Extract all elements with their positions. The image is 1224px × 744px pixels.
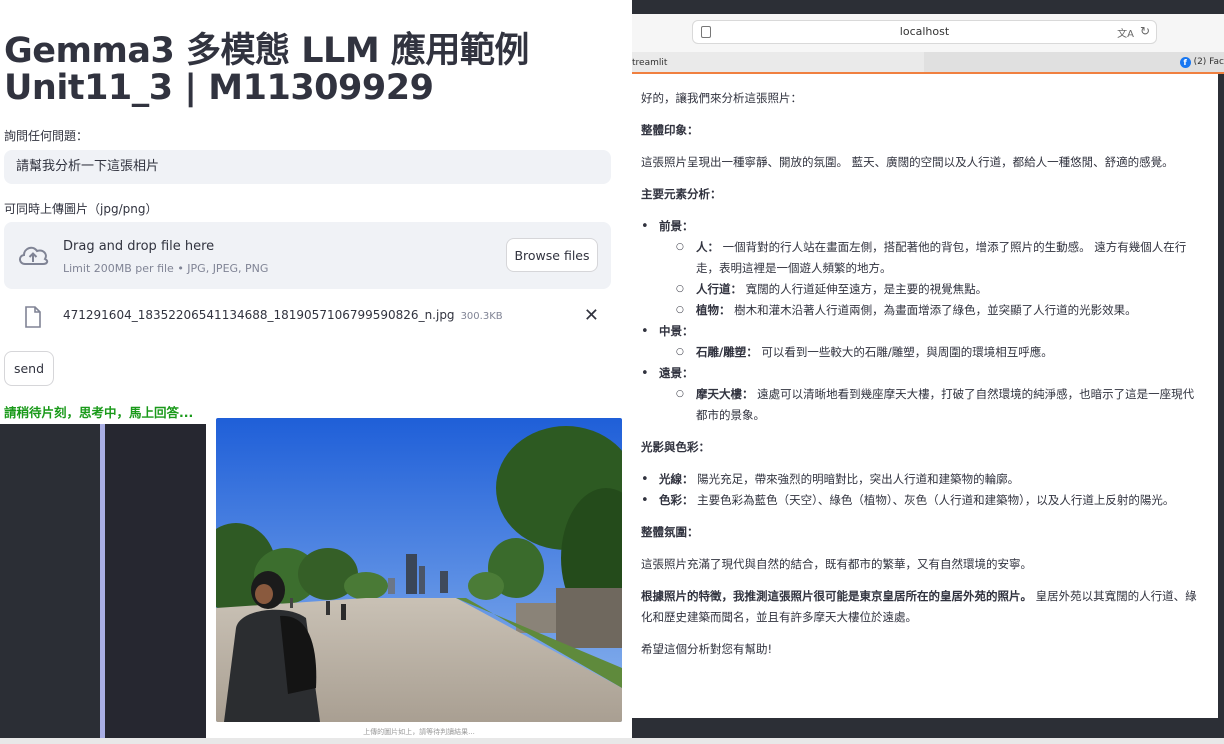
background-sublist: 摩天大樓： 遠處可以清晰地看到幾座摩天大樓，打破了自然環境的純淨感，也暗示了這是… [659, 384, 1201, 426]
uploaded-file-row: 471291604_18352206541134688_181905710679… [4, 300, 611, 334]
file-name-text: 471291604_18352206541134688_181905710679… [63, 308, 455, 322]
item-key: 光線： [659, 472, 694, 486]
tab-bar: treamlit f (2) Fac [632, 52, 1224, 74]
app-subtitle: Unit11_3 | M11309929 [4, 68, 434, 108]
list-item: 植物： 樹木和灌木沿著人行道兩側，為畫面增添了綠色，並突顯了人行道的光影效果。 [659, 300, 1201, 321]
list-item: 摩天大樓： 遠處可以清晰地看到幾座摩天大樓，打破了自然環境的純淨感，也暗示了這是… [659, 384, 1201, 426]
list-item-midground: 中景： 石雕/雕塑： 可以看到一些較大的石雕/雕塑，與周圍的環境相互呼應。 [641, 321, 1201, 363]
send-button[interactable]: send [4, 351, 54, 386]
item-value: 樹木和灌木沿著人行道兩側，為畫面增添了綠色，並突顯了人行道的光影效果。 [734, 303, 1137, 317]
file-icon [25, 306, 41, 328]
facebook-icon: f [1179, 57, 1191, 68]
item-value: 寬闊的人行道延伸至遠方，是主要的視覺焦點。 [745, 282, 988, 296]
cloud-upload-icon [19, 246, 49, 265]
light-list: 光線： 陽光充足，帶來強烈的明暗對比，突出人行道和建築物的輪廓。 色彩： 主要色… [641, 469, 1201, 511]
item-key: 石雕/雕塑： [696, 345, 758, 359]
file-size: 300.3KB [460, 311, 503, 322]
question-label: 詢問任何問題： [4, 129, 89, 143]
streamlit-app-pane: Gemma3 多模態 LLM 應用範例 Unit11_3 | M11309929… [0, 0, 632, 744]
list-item: 人行道： 寬闊的人行道延伸至遠方，是主要的視覺焦點。 [659, 279, 1201, 300]
list-item: 色彩： 主要色彩為藍色（天空）、綠色（植物）、灰色（人行道和建築物），以及人行道… [641, 490, 1201, 511]
dropzone-instructions: Drag and drop file here [63, 239, 215, 254]
uploaded-photo [216, 418, 622, 722]
section-heading-elements: 主要元素分析： [641, 187, 722, 201]
list-item: 光線： 陽光充足，帶來強烈的明暗對比，突出人行道和建築物的輪廓。 [641, 469, 1201, 490]
conclusion-bold: 根據照片的特徵，我推測這張照片很可能是東京皇居所在的皇居外苑的照片。 [641, 589, 1032, 603]
item-key: 摩天大樓： [696, 387, 754, 401]
status-message: 請稍待片刻，思考中，馬上回答... [4, 405, 194, 420]
file-dropzone[interactable]: Drag and drop file here Limit 200MB per … [4, 222, 611, 289]
browser-pane: localhost 文A ↻ treamlit f (2) Fac 好的，讓我們來… [632, 0, 1224, 744]
list-item-background: 遠景： 摩天大樓： 遠處可以清晰地看到幾座摩天大樓，打破了自然環境的純淨感，也暗… [641, 363, 1201, 426]
section-conclusion: 根據照片的特徵，我推測這張照片很可能是東京皇居所在的皇居外苑的照片。 皇居外苑以… [641, 586, 1201, 628]
item-value: 可以看到一些較大的石雕/雕塑，與周圍的環境相互呼應。 [761, 345, 1053, 359]
sidebar-accent-bar [100, 424, 105, 744]
dark-panel-stripe [0, 424, 100, 744]
dropzone-limit: Limit 200MB per file • JPG, JPEG, PNG [63, 262, 269, 275]
item-value: 一個背對的行人站在畫面左側，搭配著他的背包，增添了照片的生動感。 遠方有幾個人在… [696, 240, 1187, 275]
section-heading-light: 光影與色彩： [641, 440, 710, 454]
photo-illustration [216, 418, 622, 722]
midground-sublist: 石雕/雕塑： 可以看到一些較大的石雕/雕塑，與周圍的環境相互呼應。 [659, 342, 1201, 363]
app-title: Gemma3 多模態 LLM 應用範例 [4, 31, 529, 71]
response-intro: 好的，讓我們來分析這張照片： [641, 91, 802, 105]
image-caption: 上傳的圖片如上，請等待判讀結果... [363, 728, 475, 736]
tab-facebook-label: (2) Fac [1193, 57, 1224, 67]
foreground-label: 前景： [659, 219, 694, 233]
question-input[interactable]: 請幫我分析一下這張相片 [4, 150, 611, 184]
list-item-foreground: 前景： 人： 一個背對的行人站在畫面左側，搭配著他的背包，增添了照片的生動感。 … [641, 216, 1201, 321]
bottom-strip-right [632, 738, 1224, 744]
address-bar[interactable]: localhost 文A ↻ [692, 20, 1157, 44]
screenshot-root: Gemma3 多模態 LLM 應用範例 Unit11_3 | M11309929… [0, 0, 1224, 744]
foreground-sublist: 人： 一個背對的行人站在畫面左側，搭配著他的背包，增添了照片的生動感。 遠方有幾… [659, 237, 1201, 321]
item-key: 植物： [696, 303, 731, 317]
midground-label: 中景： [659, 324, 694, 338]
section-body-atmosphere: 這張照片充滿了現代與自然的結合，既有都市的繁華，又有自然環境的安寧。 [641, 557, 1032, 571]
item-key: 人： [696, 240, 719, 254]
upload-label: 可同時上傳圖片（jpg/png） [4, 202, 158, 216]
reload-icon[interactable]: ↻ [1140, 24, 1150, 38]
item-key: 人行道： [696, 282, 742, 296]
background-label: 遠景： [659, 366, 694, 380]
tab-facebook[interactable]: f (2) Fac [924, 52, 1224, 72]
window-right-edge [1218, 74, 1224, 744]
uploaded-file-name: 471291604_18352206541134688_181905710679… [63, 308, 503, 322]
item-value: 主要色彩為藍色（天空）、綠色（植物）、灰色（人行道和建築物），以及人行道上反射的… [697, 493, 1175, 507]
elements-list: 前景： 人： 一個背對的行人站在畫面左側，搭配著他的背包，增添了照片的生動感。 … [641, 216, 1201, 426]
window-top-strip [632, 0, 1224, 14]
section-body-overall: 這張照片呈現出一種寧靜、開放的氛圍。 藍天、廣闊的空間以及人行道，都給人一種悠閒… [641, 155, 1174, 169]
item-value: 陽光充足，帶來強烈的明暗對比，突出人行道和建築物的輪廓。 [697, 472, 1020, 486]
list-item: 石雕/雕塑： 可以看到一些較大的石雕/雕塑，與周圍的環境相互呼應。 [659, 342, 1201, 363]
bottom-strip [0, 738, 632, 744]
item-key: 色彩： [659, 493, 694, 507]
tab-streamlit[interactable]: treamlit [632, 52, 922, 72]
tab-facebook-label-wrap: f (2) Fac [1179, 57, 1224, 68]
response-content: 好的，讓我們來分析這張照片： 整體印象： 這張照片呈現出一種寧靜、開放的氛圍。 … [641, 88, 1201, 671]
item-value: 遠處可以清晰地看到幾座摩天大樓，打破了自然環境的純淨感，也暗示了這是一座現代都市… [696, 387, 1195, 422]
response-closing: 希望這個分析對您有幫助! [641, 642, 773, 656]
url-text: localhost [899, 25, 950, 38]
list-item: 人： 一個背對的行人站在畫面左側，搭配著他的背包，增添了照片的生動感。 遠方有幾… [659, 237, 1201, 279]
translate-icon[interactable]: 文A [1117, 25, 1134, 40]
browse-files-button[interactable]: Browse files [506, 238, 598, 272]
browser-toolbar: localhost 文A ↻ [632, 0, 1224, 52]
remove-file-close-icon[interactable]: ✕ [584, 305, 599, 326]
section-heading-atmosphere: 整體氛圍： [641, 525, 699, 539]
section-heading-overall: 整體印象： [641, 123, 699, 137]
